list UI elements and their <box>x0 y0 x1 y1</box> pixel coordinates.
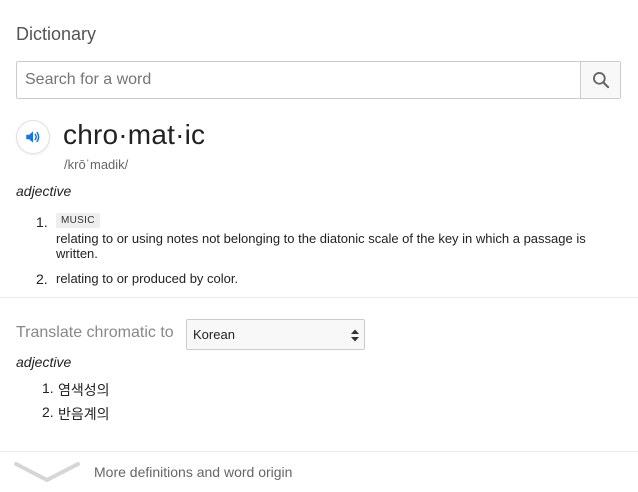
language-select[interactable]: Korean <box>186 319 365 350</box>
subject-tag: MUSIC <box>56 213 100 228</box>
select-arrows-icon <box>351 329 359 342</box>
translation-part-of-speech: adjective <box>16 354 72 370</box>
search-input[interactable] <box>17 62 580 98</box>
language-select-value: Korean <box>193 327 235 342</box>
part-of-speech: adjective <box>16 183 72 199</box>
definition-number: 2. <box>36 271 48 287</box>
translation-number: 2. <box>42 404 54 420</box>
pronounce-button[interactable] <box>16 120 50 154</box>
chevron-down-icon[interactable] <box>14 460 80 482</box>
search-button[interactable] <box>580 62 620 98</box>
translate-label: Translate chromatic to <box>16 324 174 341</box>
headword: chro·mat·ic <box>63 119 206 150</box>
more-definitions-link[interactable]: More definitions and word origin <box>94 464 292 480</box>
phonetic-spelling: /krōˈmadik/ <box>64 157 129 172</box>
definition-text: relating to or using notes not belonging… <box>56 231 586 246</box>
speaker-icon <box>26 131 40 143</box>
card-title: Dictionary <box>16 24 97 44</box>
divider <box>0 297 638 298</box>
translation-text: 반음계의 <box>58 406 110 422</box>
translation-number: 1. <box>42 380 54 396</box>
definition-text-continued: written. <box>56 246 98 261</box>
dictionary-card: Dictionary chro·mat·ic /krōˈmadik/ adjec… <box>0 0 638 492</box>
search-icon <box>592 72 609 89</box>
divider <box>0 451 638 452</box>
translation-text: 염색성의 <box>58 382 110 398</box>
search-box <box>16 61 621 99</box>
definition-text: relating to or produced by color. <box>56 271 239 286</box>
definition-number: 1. <box>36 214 48 230</box>
